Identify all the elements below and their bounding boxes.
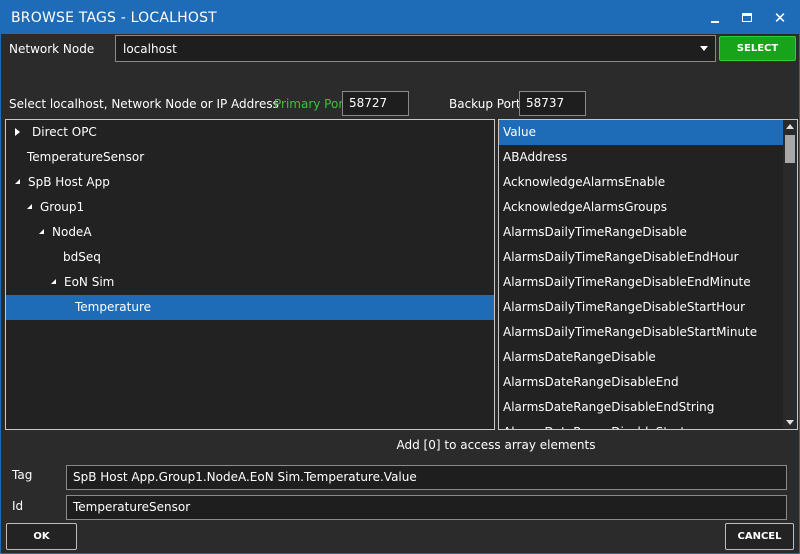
scroll-thumb[interactable] (785, 135, 795, 163)
list-item[interactable]: AlarmsDailyTimeRangeDisableEndHour (499, 245, 783, 270)
property-list-scrollbar[interactable] (783, 120, 797, 429)
tree-item[interactable]: NodeA (6, 220, 494, 245)
tree-item-label: EoN Sim (64, 275, 115, 289)
tree-item-label: Group1 (40, 200, 85, 214)
tag-label: Tag (12, 468, 33, 482)
id-label: Id (12, 499, 24, 513)
list-item[interactable]: AlarmsDailyTimeRangeDisableStartHour (499, 295, 783, 320)
tree-item[interactable]: Group1 (6, 195, 494, 220)
list-item[interactable]: AlarmsDailyTimeRangeDisableEndMinute (499, 270, 783, 295)
tree-item[interactable]: bdSeq (6, 245, 494, 270)
tree-item-label: Temperature (75, 300, 152, 314)
maximize-icon (742, 13, 752, 22)
backup-port-label: Backup Port (449, 97, 521, 111)
tree-item[interactable]: EoN Sim (6, 270, 494, 295)
chevron-down-icon (700, 46, 708, 51)
list-item[interactable]: AlarmsDateRangeDisableStart (499, 420, 783, 429)
tree-item-label: TemperatureSensor (27, 150, 145, 164)
list-item[interactable]: AlarmsDateRangeDisable (499, 345, 783, 370)
list-item[interactable]: AlarmsDailyTimeRangeDisable (499, 220, 783, 245)
tree-item-label: SpB Host App (28, 175, 110, 189)
close-button[interactable]: ✕ (767, 7, 793, 29)
tree-item[interactable]: TemperatureSensor (6, 145, 494, 170)
network-node-label: Network Node (9, 42, 95, 56)
tree-item[interactable]: SpB Host App (6, 170, 494, 195)
collapse-icon[interactable] (51, 279, 56, 284)
array-hint: Add [0] to access array elements (396, 438, 596, 452)
network-node-value: localhost (123, 42, 177, 56)
collapse-icon[interactable] (27, 204, 32, 209)
expand-icon[interactable] (15, 127, 20, 136)
select-button[interactable]: SELECT (719, 36, 796, 61)
tag-field[interactable]: SpB Host App.Group1.NodeA.EoN Sim.Temper… (66, 465, 787, 490)
primary-port-input[interactable]: 58727 (342, 91, 409, 116)
cancel-button[interactable]: CANCEL (725, 523, 794, 550)
minimize-button[interactable] (702, 7, 728, 29)
tree-item[interactable]: Direct OPC (6, 120, 494, 145)
tag-tree[interactable]: Direct OPC TemperatureSensor SpB Host App G… (5, 119, 495, 430)
maximize-button[interactable] (734, 7, 760, 29)
scroll-down-icon[interactable] (786, 420, 794, 425)
tree-item-label: bdSeq (63, 250, 101, 264)
minimize-icon (711, 20, 719, 23)
list-item[interactable]: AcknowledgeAlarmsGroups (499, 195, 783, 220)
ok-button[interactable]: OK (6, 523, 77, 550)
list-item[interactable]: AlarmsDateRangeDisableEndString (499, 395, 783, 420)
tree-item-label: Direct OPC (32, 125, 97, 139)
tree-item[interactable]: Temperature (6, 295, 494, 320)
collapse-icon[interactable] (15, 179, 20, 184)
close-icon: ✕ (773, 9, 787, 27)
id-field[interactable]: TemperatureSensor (66, 495, 787, 520)
scroll-up-icon[interactable] (786, 124, 794, 129)
primary-port-label: Primary Port (274, 97, 348, 111)
instruction-label: Select localhost, Network Node or IP Add… (9, 97, 279, 111)
list-item[interactable]: AlarmsDateRangeDisableEnd (499, 370, 783, 395)
title-bar[interactable]: BROWSE TAGS - LOCALHOST ✕ (1, 1, 799, 34)
list-item[interactable]: ABAddress (499, 145, 783, 170)
list-item[interactable]: AlarmsDailyTimeRangeDisableStartMinute (499, 320, 783, 345)
collapse-icon[interactable] (39, 229, 44, 234)
list-item[interactable]: AcknowledgeAlarmsEnable (499, 170, 783, 195)
property-list[interactable]: AlarmsDateRangeDisableStartAlarmsDateRan… (498, 119, 798, 430)
list-item[interactable]: Value (499, 120, 783, 145)
network-node-dropdown[interactable]: localhost (115, 35, 716, 62)
window-title: BROWSE TAGS - LOCALHOST (11, 10, 217, 26)
tree-item-label: NodeA (52, 225, 92, 239)
backup-port-input[interactable]: 58737 (519, 91, 586, 116)
browse-tags-dialog: BROWSE TAGS - LOCALHOST ✕ Network Node l… (0, 0, 800, 554)
